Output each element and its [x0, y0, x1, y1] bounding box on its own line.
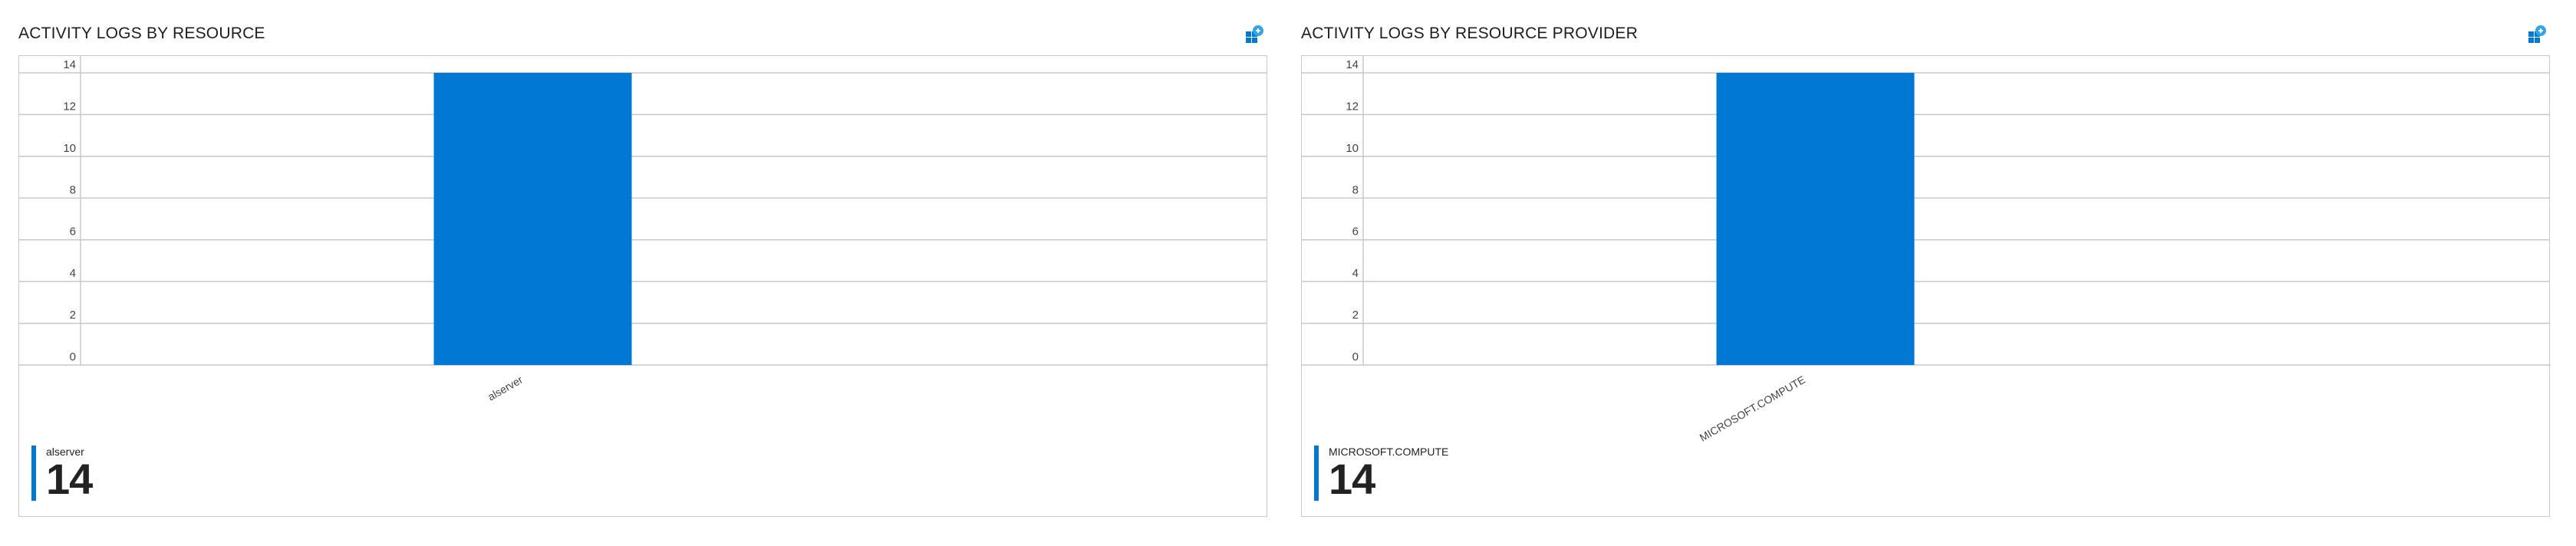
y-tick-label: 8	[1352, 183, 1359, 196]
panel-activity-by-resource: ACTIVITY LOGS BY RESOURCE 0 2 4 6 8 10 12 14 als…	[0, 0, 1281, 546]
y-tick-label: 10	[63, 142, 76, 155]
y-tick-label: 12	[1346, 100, 1359, 113]
y-tick-label: 10	[1346, 142, 1359, 155]
y-tick-label: 6	[70, 225, 76, 238]
y-tick-label: 0	[1352, 350, 1359, 363]
legend-value: 14	[46, 455, 93, 503]
panel-title: ACTIVITY LOGS BY RESOURCE	[18, 25, 265, 42]
y-tick-label: 4	[1352, 267, 1359, 280]
y-tick-label: 0	[70, 350, 76, 363]
y-tick-label: 4	[70, 267, 76, 280]
panel-title: ACTIVITY LOGS BY RESOURCE PROVIDER	[1301, 25, 1638, 42]
pin-to-dashboard-icon[interactable]	[1244, 25, 1264, 44]
x-tick-label: alserver	[486, 373, 525, 403]
y-tick-label: 2	[70, 309, 76, 322]
legend-value: 14	[1329, 455, 1375, 503]
chart-area: 0 2 4 6 8 10 12 14 alserver alserver 14	[18, 55, 1268, 517]
y-tick-label: 12	[63, 100, 76, 113]
bar-chart: 0 2 4 6 8 10 12 14 alserver	[19, 56, 1268, 403]
bar	[433, 73, 632, 365]
chart-area: 0 2 4 6 8 10 12 14 MICROSOFT.COMPUTE MICROSOFT.C…	[1301, 55, 2551, 517]
panel-activity-by-resource-provider: ACTIVITY LOGS BY RESOURCE PROVIDER 0 2 4 6 8…	[1283, 0, 2564, 546]
legend-summary: alserver 14	[31, 446, 93, 503]
bar	[1716, 73, 1915, 365]
y-tick-label: 6	[1352, 225, 1359, 238]
pin-to-dashboard-icon[interactable]	[2527, 25, 2547, 44]
y-tick-label: 8	[70, 183, 76, 196]
legend-summary: MICROSOFT.COMPUTE 14	[1314, 446, 1448, 501]
y-tick-label: 14	[1346, 58, 1359, 71]
bar-chart: 0 2 4 6 8 10 12 14 MICROSOFT.COMPUTE	[1302, 56, 2551, 444]
y-tick-label: 2	[1352, 309, 1359, 322]
x-tick-label: MICROSOFT.COMPUTE	[1698, 373, 1807, 444]
y-tick-label: 14	[63, 58, 76, 71]
